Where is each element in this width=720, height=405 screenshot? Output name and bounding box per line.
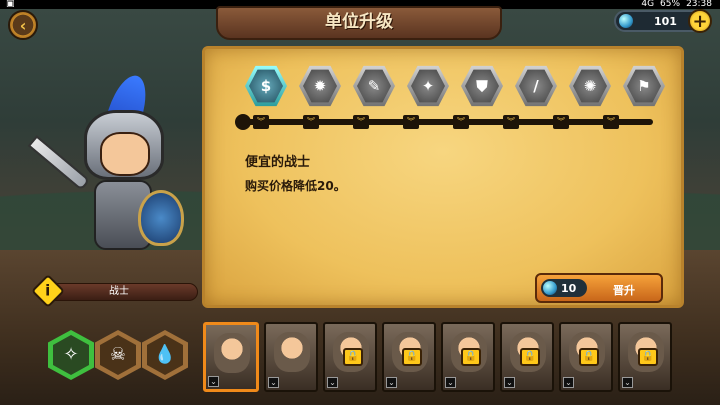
page-title: 单位升级 — [216, 6, 502, 40]
lock-icon: 🔒 — [343, 348, 363, 366]
unit-card-knight[interactable]: 🔒 ⌄ — [382, 322, 436, 392]
signal-indicator: 4G — [641, 0, 655, 9]
add-currency-button[interactable]: + — [688, 9, 712, 33]
blade-skill-icon: / — [519, 69, 553, 103]
unit-card-rogue[interactable]: ⌄ — [264, 322, 318, 392]
back-button[interactable]: ‹ — [8, 10, 38, 40]
hero-portrait — [20, 70, 200, 280]
upgrade-panel: $ ✹ ✎ ✦ ⛊ / ✺ ⚑ ︾ ︾ ︾ ︾ ︾ ︾ ︾ ︾ 便宜的战士 购买价格降低20。 10 晋升 — [202, 46, 684, 308]
skull-ability-icon: ☠ — [100, 335, 136, 375]
checkbox-icon: ⌄ — [622, 377, 633, 388]
currency-value: 101 — [654, 15, 677, 28]
rank-chevron-icon: ︾ — [503, 115, 519, 129]
ability-slot[interactable]: ✧ — [48, 330, 94, 380]
hero-face — [100, 132, 150, 176]
notification-icon: ▣ — [6, 0, 15, 9]
skill-slot[interactable]: $ — [245, 65, 287, 107]
lock-icon: 🔒 — [579, 348, 599, 366]
checkbox-icon: ⌄ — [563, 377, 574, 388]
skill-row: $ ✹ ✎ ✦ ⛊ / ✺ ⚑ — [245, 65, 665, 107]
lock-icon: 🔒 — [638, 348, 658, 366]
ability-slot[interactable]: 💧 — [142, 330, 188, 380]
gem-icon — [543, 281, 557, 295]
cost-pill: 10 — [541, 279, 587, 297]
unit-portrait — [214, 333, 250, 373]
star-skill-icon: ✺ — [573, 69, 607, 103]
wing-skill-icon: ✦ — [411, 69, 445, 103]
skill-slot[interactable]: ✎ — [353, 65, 395, 107]
shield-skill-icon: ⛊ — [465, 69, 499, 103]
unit-card-brute[interactable]: 🔒 ⌄ — [559, 322, 613, 392]
rank-chevron-icon: ︾ — [253, 115, 269, 129]
rank-chevron-icon: ︾ — [353, 115, 369, 129]
checkbox-icon: ⌄ — [504, 377, 515, 388]
rank-chevron-icon: ︾ — [553, 115, 569, 129]
skill-slot[interactable]: / — [515, 65, 557, 107]
unit-card-gunner[interactable]: 🔒 ⌄ — [618, 322, 672, 392]
track-start-knob — [235, 114, 251, 130]
skill-slot[interactable]: ✦ — [407, 65, 449, 107]
sword-icon — [27, 135, 91, 191]
unit-selector: ⌄ ⌄ 🔒 ⌄ 🔒 ⌄ 🔒 ⌄ 🔒 ⌄ 🔒 ⌄ 🔒 ⌄ — [203, 322, 672, 392]
checkbox-icon: ⌄ — [327, 377, 338, 388]
status-right: 4G 65% 23:38 — [641, 0, 712, 9]
battery-level: 65% — [660, 0, 681, 9]
promote-label: 晋升 — [613, 284, 635, 297]
rune-ability-icon: ✧ — [53, 335, 89, 375]
skill-name: 便宜的战士 — [245, 155, 311, 170]
lock-icon: 🔒 — [461, 348, 481, 366]
info-icon: i — [45, 282, 51, 300]
skill-slot[interactable]: ✺ — [569, 65, 611, 107]
unit-card-cannon[interactable]: 🔒 ⌄ — [500, 322, 554, 392]
rank-badges: ︾ ︾ ︾ ︾ ︾ ︾ ︾ ︾ — [253, 115, 619, 129]
checkbox-icon: ⌄ — [208, 376, 219, 387]
boot-skill-icon: ⚑ — [627, 69, 661, 103]
clock: 23:38 — [686, 0, 712, 9]
rank-chevron-icon: ︾ — [603, 115, 619, 129]
hero-name: 战士 — [40, 283, 198, 301]
unit-portrait — [274, 332, 310, 372]
shield-icon — [138, 190, 184, 246]
unit-card-warrior[interactable]: ⌄ — [203, 322, 259, 392]
gear-skill-icon: ✹ — [303, 69, 337, 103]
gem-icon — [619, 14, 633, 28]
skill-slot[interactable]: ⛊ — [461, 65, 503, 107]
currency-counter: 101 + — [614, 9, 712, 33]
checkbox-icon: ⌄ — [268, 377, 279, 388]
back-arrow-icon: ‹ — [19, 16, 27, 35]
rank-chevron-icon: ︾ — [453, 115, 469, 129]
upgrade-cost: 10 — [561, 282, 577, 295]
checkbox-icon: ⌄ — [386, 377, 397, 388]
unit-card-pirate[interactable]: 🔒 ⌄ — [323, 322, 377, 392]
rank-chevron-icon: ︾ — [303, 115, 319, 129]
ability-slot[interactable]: ☠ — [95, 330, 141, 380]
unit-card-paladin[interactable]: 🔒 ⌄ — [441, 322, 495, 392]
promote-button[interactable]: 10 晋升 — [535, 273, 663, 303]
claw-skill-icon: ✎ — [357, 69, 391, 103]
rank-chevron-icon: ︾ — [403, 115, 419, 129]
drop-ability-icon: 💧 — [147, 335, 183, 375]
skill-slot[interactable]: ✹ — [299, 65, 341, 107]
coin-skill-icon: $ — [249, 69, 283, 103]
checkbox-icon: ⌄ — [445, 377, 456, 388]
skill-description: 购买价格降低20。 — [245, 179, 346, 193]
lock-icon: 🔒 — [520, 348, 540, 366]
lock-icon: 🔒 — [402, 348, 422, 366]
skill-slot[interactable]: ⚑ — [623, 65, 665, 107]
